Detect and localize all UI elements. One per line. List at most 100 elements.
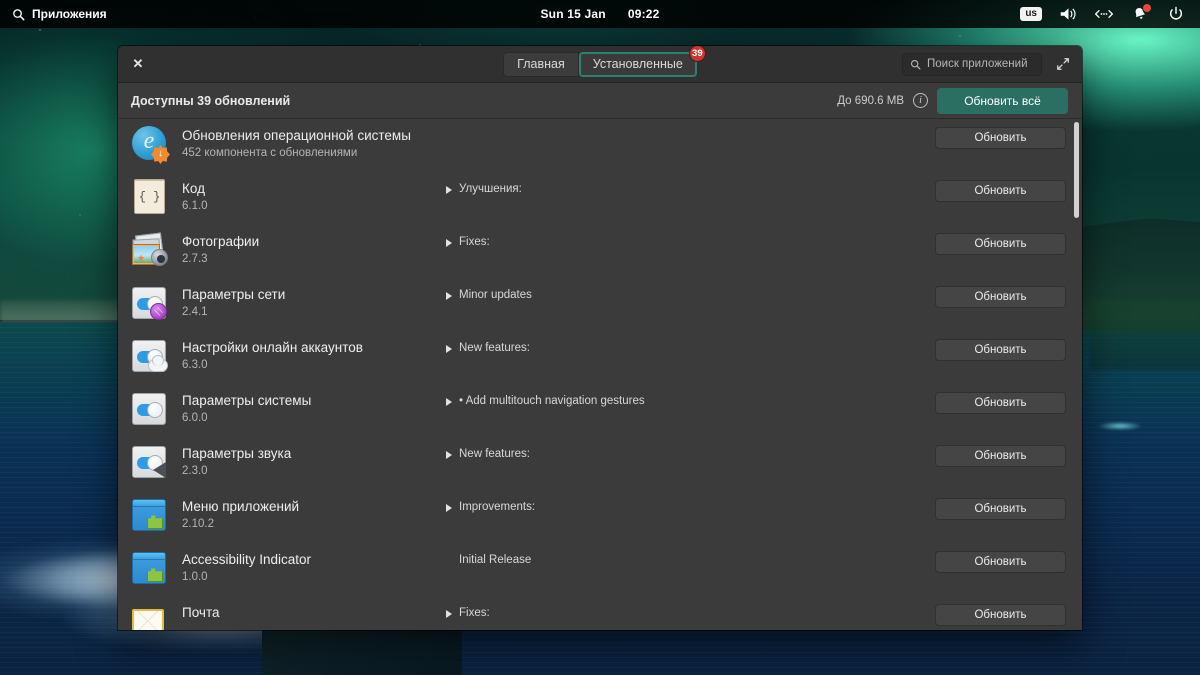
sound-settings-icon (132, 444, 168, 480)
volume-icon[interactable] (1058, 5, 1078, 23)
applications-menu-button[interactable]: Приложения (0, 0, 119, 28)
row-text: Параметры системы 6.0.0 (168, 384, 446, 424)
row-action-cell: Обновить (934, 225, 1082, 255)
app-name: Параметры системы (182, 393, 312, 408)
app-name: Accessibility Indicator (182, 552, 312, 567)
changelog-entry[interactable]: New features: (446, 437, 934, 460)
close-icon[interactable]: ✕ (128, 54, 148, 74)
tab-installed-label: Установленные (592, 57, 683, 71)
disclosure-triangle-icon[interactable] (446, 186, 452, 194)
applications-menu-label: Приложения (32, 7, 107, 21)
row-action-cell: Обновить (934, 596, 1082, 626)
maximize-icon[interactable] (1054, 55, 1072, 73)
changelog-entry[interactable]: Minor updates (446, 278, 934, 301)
update-button[interactable]: Обновить (935, 445, 1066, 467)
changelog-text: Fixes: (459, 607, 490, 619)
update-button[interactable]: Обновить (935, 339, 1066, 361)
changelog-entry: Initial Release (446, 543, 934, 566)
appcenter-window: ✕ Главная Установленные 39 Поиск приложе… (118, 46, 1082, 630)
update-button[interactable]: Обновить (935, 286, 1066, 308)
row-action-cell: Обновить (934, 490, 1082, 520)
table-row[interactable]: ↓ Обновления операционной системы 452 ко… (118, 119, 1082, 172)
app-version: 2.4.1 (182, 306, 208, 318)
row-text: Меню приложений 2.10.2 (168, 490, 446, 530)
updates-summary-bar: Доступны 39 обновлений До 690.6 MB i Обн… (118, 83, 1082, 119)
panel-date: Sun 15 Jan (540, 7, 606, 21)
table-row[interactable]: Настройки онлайн аккаунтов 6.3.0 New fea… (118, 331, 1082, 384)
row-action-cell: Обновить (934, 543, 1082, 573)
table-row[interactable]: Меню приложений 2.10.2 Improvements: Обн… (118, 490, 1082, 543)
search-icon (13, 8, 25, 20)
changelog-text: Initial Release (459, 554, 532, 566)
disclosure-triangle-icon[interactable] (446, 610, 452, 618)
row-action-cell: Обновить (934, 119, 1082, 149)
disclosure-triangle-icon[interactable] (446, 345, 452, 353)
changelog-entry[interactable]: • Add multitouch navigation gestures (446, 384, 934, 407)
disclosure-triangle-icon[interactable] (446, 292, 452, 300)
panel-tray: us (1020, 4, 1200, 23)
changelog-entry[interactable]: New features: (446, 331, 934, 354)
network-icon[interactable] (1094, 5, 1114, 23)
update-button[interactable]: Обновить (935, 604, 1066, 626)
changelog-text: Improvements: (459, 501, 536, 513)
update-all-button[interactable]: Обновить всё (937, 87, 1068, 114)
app-version: 452 компонента с обновлениями (182, 147, 358, 159)
changelog-text: • Add multitouch navigation gestures (459, 395, 645, 407)
disclosure-triangle-icon[interactable] (446, 504, 452, 512)
app-name: Параметры сети (182, 287, 286, 302)
table-row[interactable]: Почта Fixes: Обновить (118, 596, 1082, 630)
changelog-text: Fixes: (459, 236, 490, 248)
tab-installed[interactable]: Установленные 39 (578, 46, 706, 77)
app-name: Код (182, 181, 205, 196)
updates-list: ↓ Обновления операционной системы 452 ко… (118, 119, 1082, 630)
changelog-text: New features: (459, 448, 530, 460)
wallpaper-ice-glint (1090, 420, 1150, 432)
tab-home[interactable]: Главная (503, 51, 579, 77)
panel-clock[interactable]: Sun 15 Jan 09:22 (470, 7, 730, 21)
app-version: 6.1.0 (182, 200, 208, 212)
keyboard-layout-indicator[interactable]: us (1020, 7, 1042, 21)
table-row[interactable]: ★ Фотографии 2.7.3 Fixes: Обновить (118, 225, 1082, 278)
row-action-cell: Обновить (934, 278, 1082, 308)
disclosure-triangle-icon[interactable] (446, 239, 452, 247)
info-icon[interactable]: i (913, 93, 928, 108)
scrollbar-thumb[interactable] (1074, 122, 1079, 218)
update-button[interactable]: Обновить (935, 498, 1066, 520)
changelog-entry[interactable]: Improvements: (446, 490, 934, 513)
panel-time: 09:22 (627, 7, 660, 21)
system-settings-icon (132, 391, 168, 427)
app-name: Настройки онлайн аккаунтов (182, 340, 363, 355)
app-name: Почта (182, 605, 220, 620)
search-placeholder: Поиск приложений (927, 58, 1028, 70)
table-row[interactable]: Accessibility Indicator 1.0.0 Initial Re… (118, 543, 1082, 596)
disclosure-triangle-icon[interactable] (446, 451, 452, 459)
table-row[interactable]: Параметры системы 6.0.0 • Add multitouch… (118, 384, 1082, 437)
updates-summary-right: До 690.6 MB i Обновить всё (837, 87, 1068, 114)
update-button[interactable]: Обновить (935, 392, 1066, 414)
app-name: Обновления операционной системы (182, 128, 411, 143)
changelog-entry[interactable]: Fixes: (446, 596, 934, 619)
window-titlebar: ✕ Главная Установленные 39 Поиск приложе… (118, 46, 1082, 83)
update-button[interactable]: Обновить (935, 180, 1066, 202)
disclosure-triangle-icon[interactable] (446, 398, 452, 406)
notification-bell-icon[interactable] (1130, 4, 1151, 23)
vertical-scrollbar[interactable] (1074, 122, 1079, 630)
update-button[interactable]: Обновить (935, 127, 1066, 149)
updates-list-scroll-area: ↓ Обновления операционной системы 452 ко… (118, 119, 1082, 630)
tab-home-label: Главная (517, 57, 565, 71)
row-text: Почта (168, 596, 446, 624)
row-action-cell: Обновить (934, 384, 1082, 414)
update-button[interactable]: Обновить (935, 233, 1066, 255)
update-button[interactable]: Обновить (935, 551, 1066, 573)
updates-size-label: До 690.6 MB (837, 94, 904, 107)
wallpaper-headland-right-lower (1090, 300, 1200, 370)
table-row[interactable]: Параметры звука 2.3.0 New features: Обно… (118, 437, 1082, 490)
changelog-entry[interactable]: Fixes: (446, 225, 934, 248)
changelog-entry[interactable]: Улучшения: (446, 172, 934, 195)
table-row[interactable]: { } Код 6.1.0 Улучшения: Обновить (118, 172, 1082, 225)
updates-available-label: Доступны 39 обновлений (131, 93, 291, 108)
power-icon[interactable] (1166, 5, 1186, 23)
table-row[interactable]: Параметры сети 2.4.1 Minor updates Обнов… (118, 278, 1082, 331)
search-input[interactable]: Поиск приложений (902, 52, 1042, 76)
tab-installed-badge: 39 (688, 46, 706, 62)
